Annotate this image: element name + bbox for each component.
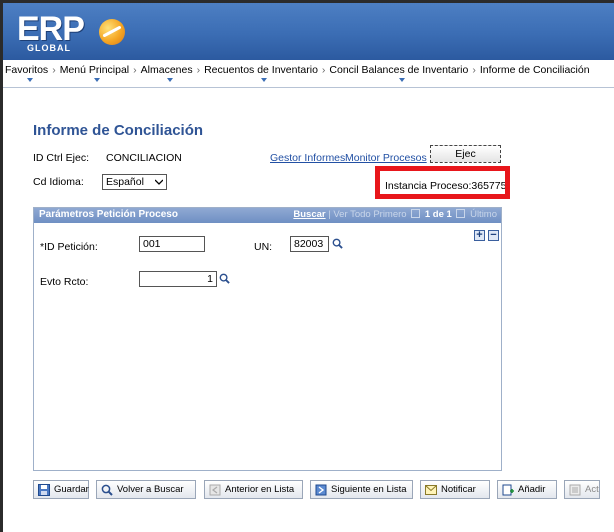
add-row-button[interactable]: + — [474, 230, 485, 241]
siguiente-en-lista-button[interactable]: Siguiente en Lista — [310, 480, 413, 499]
breadcrumb-almacenes[interactable]: Almacenes — [141, 64, 193, 82]
highlight-box — [375, 166, 510, 199]
anadir-label: Añadir — [518, 484, 546, 495]
breadcrumb: Favoritos › Menú Principal › Almacenes › Recue… — [3, 60, 614, 88]
guardar-label: Guardar — [54, 484, 89, 495]
cd-idioma-value: Español — [106, 176, 144, 188]
erp-global-logo: ERP GLOBAL — [17, 9, 137, 57]
ver-todo-link[interactable]: Ver Todo — [333, 209, 370, 220]
search-icon[interactable] — [332, 238, 343, 249]
dropdown-marker-icon — [26, 78, 33, 82]
un-input[interactable]: 82003 — [290, 236, 329, 252]
groupbox-header: Parámetros Petición Proceso Buscar | Ver… — [34, 208, 501, 223]
dropdown-marker-icon — [94, 78, 101, 82]
anadir-button[interactable]: Añadir — [497, 480, 557, 499]
ejec-button[interactable]: Ejec — [430, 145, 501, 163]
breadcrumb-separator: › — [133, 64, 137, 76]
next-icon[interactable] — [456, 209, 466, 218]
groupbox-title: Parámetros Petición Proceso — [39, 209, 178, 220]
next-in-list-icon — [315, 484, 327, 496]
search-icon — [101, 484, 113, 496]
evto-rcto-input[interactable]: 1 — [139, 271, 217, 287]
previous-in-list-icon — [209, 484, 221, 496]
groupbox-navigation: Buscar | Ver Todo Primero 1 de 1 Último — [293, 209, 497, 220]
breadcrumb-concil-balances[interactable]: Concil Balances de Inventario — [329, 64, 468, 82]
notificar-label: Notificar — [441, 484, 476, 495]
chevron-down-icon — [155, 179, 163, 185]
remove-row-button[interactable]: − — [488, 230, 499, 241]
search-icon[interactable] — [219, 273, 230, 284]
breadcrumb-separator: › — [472, 64, 476, 76]
siguiente-en-lista-label: Siguiente en Lista — [331, 484, 407, 495]
notify-icon — [425, 485, 437, 495]
id-ctrl-ejec-label: ID Ctrl Ejec: — [33, 152, 90, 164]
id-peticion-input[interactable]: 001 — [139, 236, 205, 252]
previous-icon[interactable] — [411, 209, 421, 218]
actz-visualizar-button[interactable]: Actz/Visualizar — [564, 480, 600, 499]
notificar-button[interactable]: Notificar — [420, 480, 490, 499]
row-count: 1 de 1 — [424, 209, 452, 220]
breadcrumb-separator: › — [321, 64, 326, 76]
breadcrumb-menu-principal[interactable]: Menú Principal — [60, 64, 129, 82]
id-ctrl-ejec-value: CONCILIACION — [106, 152, 182, 164]
gestor-informes-link[interactable]: Gestor Informes — [270, 152, 345, 164]
monitor-procesos-link[interactable]: Monitor Procesos — [345, 152, 427, 164]
nav-separator: | — [328, 209, 331, 220]
cd-idioma-label: Cd Idioma: — [33, 176, 84, 188]
save-icon — [38, 484, 50, 496]
breadcrumb-separator: › — [196, 64, 201, 76]
parametros-groupbox: Parámetros Petición Proceso Buscar | Ver… — [33, 207, 502, 471]
dropdown-marker-icon — [261, 78, 267, 82]
buscar-link[interactable]: Buscar — [293, 209, 325, 220]
breadcrumb-recuentos-inventario[interactable]: Recuentos de Inventario — [204, 64, 318, 82]
id-peticion-label: *ID Petición: — [40, 241, 98, 253]
breadcrumb-informe-conciliacion: Informe de Conciliación — [479, 64, 590, 76]
update-display-icon — [569, 484, 581, 496]
ultimo-link[interactable]: Último — [470, 209, 497, 220]
dropdown-marker-icon — [166, 78, 173, 82]
dropdown-marker-icon — [398, 78, 405, 82]
logo-subtext: GLOBAL — [27, 43, 71, 53]
anterior-en-lista-label: Anterior en Lista — [225, 484, 295, 495]
cd-idioma-select[interactable]: Español — [102, 174, 167, 190]
breadcrumb-separator: › — [52, 64, 56, 76]
guardar-button[interactable]: Guardar — [33, 480, 89, 499]
volver-a-buscar-label: Volver a Buscar — [117, 484, 184, 495]
breadcrumb-favoritos[interactable]: Favoritos — [5, 64, 48, 82]
actz-visualizar-label: Actz/Visualizar — [585, 484, 599, 495]
header-banner: ERP GLOBAL — [3, 3, 614, 60]
un-label: UN: — [254, 241, 273, 253]
anterior-en-lista-button[interactable]: Anterior en Lista — [204, 480, 303, 499]
primero-link[interactable]: Primero — [373, 209, 406, 220]
globe-icon — [99, 19, 125, 45]
volver-a-buscar-button[interactable]: Volver a Buscar — [96, 480, 196, 499]
add-icon — [502, 484, 514, 496]
evto-rcto-label: Evto Rcto: — [40, 276, 89, 288]
page-title: Informe de Conciliación — [33, 122, 204, 139]
